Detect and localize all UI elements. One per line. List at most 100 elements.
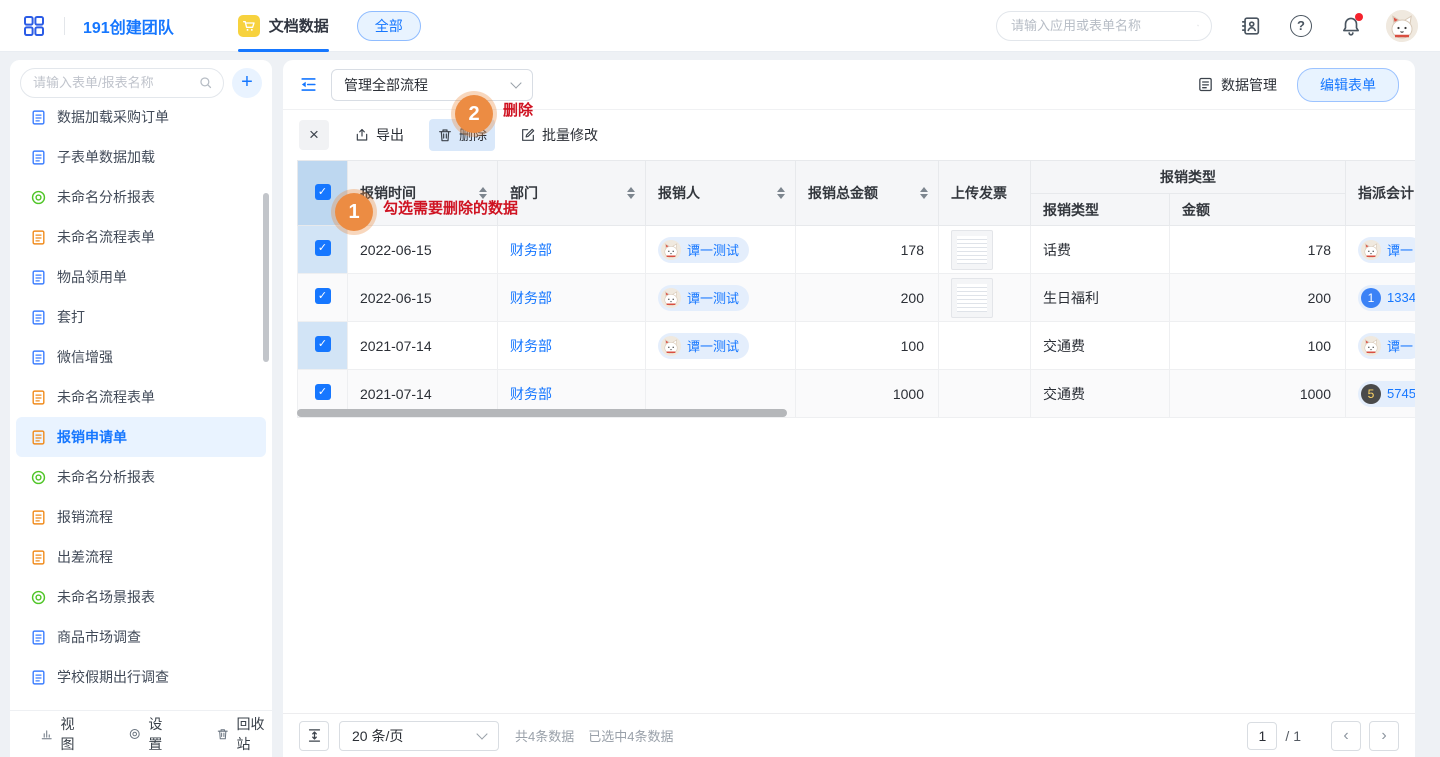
prev-page-button[interactable]: ‹: [1331, 721, 1361, 751]
search-icon[interactable]: [198, 75, 213, 90]
sidebar-item[interactable]: 出差流程: [16, 537, 266, 577]
horizontal-scrollbar[interactable]: [297, 409, 787, 417]
cell-amount: 200: [1170, 274, 1346, 322]
edit-form-button[interactable]: 编辑表单: [1297, 68, 1399, 102]
sidebar-item-partial[interactable]: [16, 697, 266, 711]
sidebar-item[interactable]: 未命名分析报表: [16, 177, 266, 217]
app-grid-icon[interactable]: [22, 14, 46, 38]
dept-link[interactable]: 财务部: [510, 338, 552, 354]
data-manage-button[interactable]: 数据管理: [1197, 75, 1277, 95]
batch-edit-button[interactable]: 批量修改: [512, 119, 606, 151]
sidebar-item[interactable]: 数据加载采购订单: [16, 105, 266, 137]
accountant-name: 谭一: [1387, 240, 1413, 259]
select-all-checkbox[interactable]: [315, 184, 331, 200]
sidebar-item[interactable]: 物品领用单: [16, 257, 266, 297]
sidebar-item[interactable]: 子表单数据加载: [16, 137, 266, 177]
dept-link[interactable]: 财务部: [510, 290, 552, 306]
sidebar-item-label: 未命名流程表单: [57, 227, 155, 247]
data-table-area: 报销时间 部门 报销人 报销总金额 上传发票 报销类型 指派会计 报销类型 金额…: [297, 160, 1415, 418]
accountant-chip[interactable]: 11334: [1358, 285, 1415, 311]
col-header-type: 报销类型: [1031, 194, 1170, 226]
page-number-input[interactable]: [1247, 722, 1277, 750]
sidebar-item[interactable]: 报销流程: [16, 497, 266, 537]
flow-scope-dropdown[interactable]: 管理全部流程: [331, 69, 533, 101]
sidebar-form-list: 数据加载采购订单 子表单数据加载 未命名分析报表 未命名流程表单 物品领用单 套…: [10, 105, 272, 711]
dept-link[interactable]: 财务部: [510, 386, 552, 402]
sidebar-item-selected[interactable]: 报销申请单: [16, 417, 266, 457]
accountant-chip[interactable]: 谭一: [1358, 333, 1415, 359]
accountant-chip[interactable]: 谭一: [1358, 237, 1415, 263]
export-button[interactable]: 导出: [346, 119, 412, 151]
contacts-icon[interactable]: [1240, 15, 1262, 37]
search-icon[interactable]: [1197, 17, 1199, 34]
global-search[interactable]: [996, 11, 1212, 41]
col-label: 指派会计: [1358, 185, 1414, 201]
sidebar-item[interactable]: 商品市场调查: [16, 617, 266, 657]
team-name[interactable]: 191创建团队: [83, 14, 174, 38]
user-avatar[interactable]: [1386, 10, 1418, 42]
cell-time: 2021-07-14: [348, 322, 498, 370]
global-search-input[interactable]: [1009, 17, 1189, 34]
pagination-bar: 20 条/页 共4条数据 已选中4条数据 / 1 ‹ ›: [283, 713, 1415, 757]
sidebar-item[interactable]: 微信增强: [16, 337, 266, 377]
sidebar-search[interactable]: [20, 68, 224, 98]
avatar: [661, 336, 681, 356]
person-chip[interactable]: 谭一测试: [658, 333, 749, 359]
sidebar-item-label: 商品市场调查: [57, 627, 141, 647]
sidebar-scrollbar[interactable]: [263, 193, 269, 362]
page-size-dropdown[interactable]: 20 条/页: [339, 721, 499, 751]
row-checkbox[interactable]: [315, 240, 331, 256]
sidebar-search-input[interactable]: [31, 74, 192, 91]
row-checkbox[interactable]: [315, 336, 331, 352]
cell-total: 100: [796, 322, 939, 370]
sidebar-item[interactable]: 未命名分析报表: [16, 457, 266, 497]
data-table: 报销时间 部门 报销人 报销总金额 上传发票 报销类型 指派会计 报销类型 金额…: [297, 160, 1415, 418]
sidebar-item[interactable]: 未命名流程表单: [16, 217, 266, 257]
tab-document-data[interactable]: 文档数据: [238, 0, 329, 52]
sort-icon[interactable]: [920, 187, 928, 199]
row-checkbox[interactable]: [315, 288, 331, 304]
close-selection-button[interactable]: ×: [299, 120, 329, 150]
col-label: 报销时间: [360, 185, 416, 201]
accountant-chip[interactable]: 55745: [1358, 381, 1415, 407]
notification-bell-icon[interactable]: [1340, 15, 1362, 37]
invoice-thumbnail[interactable]: [951, 230, 993, 270]
cell-type: 交通费: [1031, 370, 1170, 418]
dept-link[interactable]: 财务部: [510, 242, 552, 258]
help-icon[interactable]: ?: [1290, 15, 1312, 37]
sidebar-item-label: 未命名流程表单: [57, 387, 155, 407]
recycle-bin-button[interactable]: 回收站: [216, 714, 272, 754]
add-form-button[interactable]: +: [232, 68, 262, 98]
person-name: 谭一测试: [687, 288, 739, 307]
sidebar-item[interactable]: 学校假期出行调查: [16, 657, 266, 697]
views-button[interactable]: 视图: [40, 714, 84, 754]
sort-icon[interactable]: [627, 187, 635, 199]
invoice-thumbnail[interactable]: [951, 278, 993, 318]
col-group-type: 报销类型: [1031, 161, 1346, 194]
chevron-down-icon: [476, 728, 487, 739]
avatar: [661, 240, 681, 260]
sort-icon[interactable]: [777, 187, 785, 199]
cell-amount: 178: [1170, 226, 1346, 274]
sidebar-item-label: 学校假期出行调查: [57, 667, 169, 687]
settings-button[interactable]: 设置: [128, 714, 172, 754]
cell-total: 178: [796, 226, 939, 274]
scope-all-pill[interactable]: 全部: [357, 11, 421, 41]
sidebar-item-label: 套打: [57, 307, 85, 327]
person-chip[interactable]: 谭一测试: [658, 237, 749, 263]
delete-button[interactable]: 删除: [429, 119, 495, 151]
sidebar-item[interactable]: 未命名场景报表: [16, 577, 266, 617]
page-size-value: 20 条/页: [352, 726, 403, 746]
sidebar-item[interactable]: 套打: [16, 297, 266, 337]
sidebar-item-label: 未命名分析报表: [57, 187, 155, 207]
sort-icon[interactable]: [479, 187, 487, 199]
cell-amount: 1000: [1170, 370, 1346, 418]
cell-total: 1000: [796, 370, 939, 418]
next-page-button[interactable]: ›: [1369, 721, 1399, 751]
row-height-button[interactable]: [299, 721, 329, 751]
collapse-sidebar-icon[interactable]: [299, 75, 318, 94]
nav-divider: [64, 17, 65, 35]
sidebar-item[interactable]: 未命名流程表单: [16, 377, 266, 417]
row-checkbox[interactable]: [315, 384, 331, 400]
person-chip[interactable]: 谭一测试: [658, 285, 749, 311]
